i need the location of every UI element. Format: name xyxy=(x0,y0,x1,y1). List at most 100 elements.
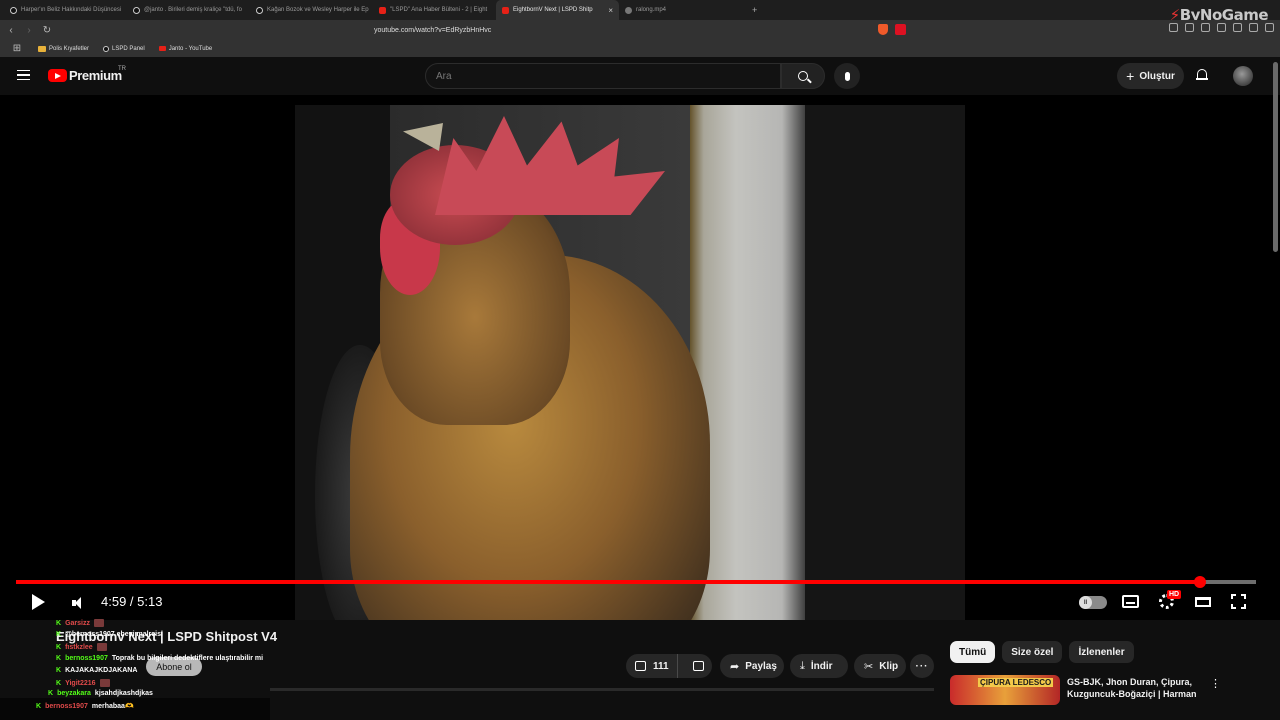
chat-username: fıstkzlee xyxy=(65,643,93,651)
address-bar: ‹ › ↻ youtube.com/watch?v=EdRyzbHnHvc xyxy=(0,20,1280,40)
video-player[interactable] xyxy=(0,95,1280,620)
bookmark-item[interactable]: LSPD Panel xyxy=(103,45,145,52)
emote-icon xyxy=(99,679,110,687)
recommendation-title[interactable]: GS-BJK, Jhon Duran, Çipura, Kuzguncuk-Bo… xyxy=(1067,676,1197,700)
horizontal-scrollbar[interactable] xyxy=(270,688,934,691)
tab-label: Harper'ın Beliz Hakkındaki Düşüncesi xyxy=(21,7,122,13)
chat-message: K Yigit2216 xyxy=(56,679,110,687)
browser-tab[interactable]: Kağan Bozok ve Wesley Harper ile Ep xyxy=(250,0,373,20)
dislike-button[interactable] xyxy=(684,661,712,671)
forward-icon[interactable]: › xyxy=(22,23,36,37)
chip-watched[interactable]: İzlenenler xyxy=(1069,641,1134,663)
autoplay-toggle[interactable]: II xyxy=(1079,596,1107,609)
extension-icon[interactable] xyxy=(1217,23,1226,32)
kick-badge-icon: K xyxy=(56,631,62,638)
thumbnail-text: ÇIPURA LEDESCO xyxy=(978,678,1054,687)
search-icon xyxy=(798,71,808,81)
reload-icon[interactable]: ↻ xyxy=(40,23,54,37)
more-actions-button[interactable]: ··· xyxy=(910,654,934,678)
menu-icon[interactable] xyxy=(1265,23,1274,32)
brave-shield-icon[interactable] xyxy=(878,24,888,35)
browser-tab[interactable]: "LSPD" Ana Haber Bülteni - 2 | Eight xyxy=(373,0,496,20)
recommendation-filter-chips: Tümü Size özel İzlenenler xyxy=(950,641,1134,663)
back-icon[interactable]: ‹ xyxy=(4,23,18,37)
share-button[interactable]: ➦ Paylaş xyxy=(720,654,784,678)
browser-tab-bar: Harper'ın Beliz Hakkındaki Düşüncesi @ja… xyxy=(0,0,1280,20)
chat-message: Kbernoss1907 Toprak bu bilgileri dedektif… xyxy=(56,655,263,662)
extensions-toolbar xyxy=(1169,23,1274,32)
menu-hamburger-icon[interactable] xyxy=(17,70,30,80)
avatar[interactable] xyxy=(1233,66,1253,86)
chip-for-you[interactable]: Size özel xyxy=(1002,641,1063,663)
chat-text: merhabaa🫶 xyxy=(91,703,134,710)
youtube-play-logo-icon xyxy=(48,69,67,82)
extension-icon[interactable] xyxy=(1233,23,1242,32)
tab-label: @janto . Birileri demiş kraliçe "tdü, fo xyxy=(144,7,242,13)
search-button[interactable] xyxy=(781,63,825,89)
bookmark-item[interactable]: Polis Kıyafetler xyxy=(38,45,89,52)
scissors-icon: ✂ xyxy=(864,660,874,673)
download-icon: ⤓ xyxy=(800,659,805,672)
apps-grid-icon[interactable]: ⊞ xyxy=(10,42,24,56)
thumbs-up-icon xyxy=(635,661,646,671)
youtube-favicon-icon xyxy=(379,6,386,14)
emote-icon xyxy=(93,619,104,627)
chat-message: K Garsizz xyxy=(56,619,104,627)
voice-search-button[interactable] xyxy=(834,63,860,89)
extension-icon[interactable] xyxy=(1185,23,1194,32)
tab-label: EightbornV Next | LSPD Shitp xyxy=(513,7,593,13)
chat-message: K KAJAKAJKDJAKANA xyxy=(56,667,137,674)
fullscreen-icon[interactable] xyxy=(1231,594,1246,609)
url-field[interactable]: youtube.com/watch?v=EdRyzbHnHvc xyxy=(352,23,912,37)
progress-played xyxy=(16,580,1201,584)
browser-tab[interactable]: @janto . Birileri demiş kraliçe "tdü, fo xyxy=(127,0,250,20)
chat-text: KAJAKAJKDJAKANA xyxy=(65,667,138,674)
recommendation-thumbnail[interactable]: ÇIPURA LEDESCO xyxy=(950,675,1060,705)
browser-tab[interactable]: Harper'ın Beliz Hakkındaki Düşüncesi xyxy=(4,0,127,20)
tab-label: "LSPD" Ana Haber Bülteni - 2 | Eight xyxy=(390,7,488,13)
clip-button[interactable]: ✂ Klip xyxy=(854,654,906,678)
browser-tab[interactable]: ralong.mp4 xyxy=(619,0,742,20)
chat-message: Kbernoss1907 merhabaa🫶 xyxy=(36,702,134,711)
microphone-icon xyxy=(844,71,850,81)
chat-text: kjsahdjkashdjkas xyxy=(94,690,153,697)
tab-close-icon[interactable]: × xyxy=(608,6,613,15)
volume-icon[interactable] xyxy=(72,597,84,609)
extension-icon[interactable] xyxy=(1249,23,1258,32)
chat-username: bernoss1907 xyxy=(65,655,108,662)
like-count: 111 xyxy=(653,660,669,672)
player-controls: 4:59 / 5:13 II HD xyxy=(0,590,1280,616)
youtube-logo[interactable]: Premium xyxy=(48,68,122,83)
search-input[interactable] xyxy=(426,64,780,88)
extension-icon[interactable] xyxy=(1201,23,1210,32)
vertical-dots-menu-icon[interactable]: ⋮ xyxy=(1210,677,1221,690)
bookmark-label: Janto - YouTube xyxy=(168,45,213,52)
tiktok-icon xyxy=(103,45,110,52)
browser-tab-active[interactable]: EightbornV Next | LSPD Shitp × xyxy=(496,0,619,20)
plus-icon: + xyxy=(1126,68,1135,84)
chip-all[interactable]: Tümü xyxy=(950,641,996,663)
folder-icon xyxy=(38,45,46,52)
download-button[interactable]: ⤓ İndir xyxy=(790,654,848,678)
clip-label: Klip xyxy=(879,660,899,672)
thumbs-down-icon xyxy=(692,661,704,671)
subtitles-icon[interactable] xyxy=(1122,595,1139,608)
theater-mode-icon[interactable] xyxy=(1195,597,1211,607)
hd-badge: HD xyxy=(1167,590,1182,599)
brave-rewards-icon[interactable] xyxy=(895,24,906,35)
extension-icon[interactable] xyxy=(1169,23,1178,32)
new-tab-button[interactable]: + xyxy=(742,5,757,15)
chat-text: Toprak bu bilgileri dedektiflere ulaştır… xyxy=(111,655,264,662)
play-icon[interactable] xyxy=(32,594,45,610)
page-scrollbar[interactable] xyxy=(1273,62,1278,252)
bookmark-item[interactable]: Janto - YouTube xyxy=(158,45,213,52)
notifications-bell-icon[interactable] xyxy=(1196,69,1208,82)
create-button[interactable]: + Oluştur xyxy=(1117,63,1184,89)
chat-username: Garsizz xyxy=(65,619,90,627)
youtube-icon xyxy=(158,46,166,51)
search-box xyxy=(425,63,781,89)
like-button[interactable]: 111 xyxy=(626,654,679,678)
kick-badge-icon: K xyxy=(48,690,54,697)
video-progress-bar[interactable] xyxy=(16,576,1256,588)
youtube-header: Premium TR + Oluştur xyxy=(0,57,1280,95)
